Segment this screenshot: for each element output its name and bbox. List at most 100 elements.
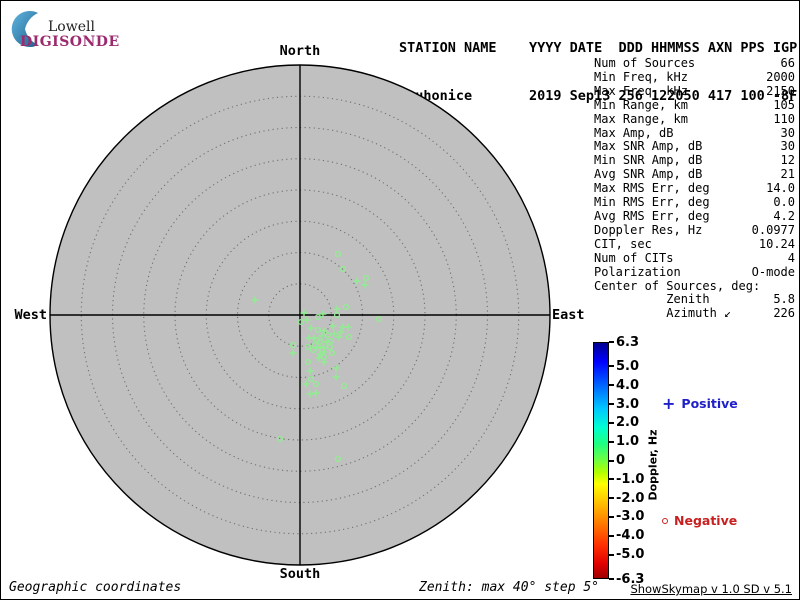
coordinates-caption: Geographic coordinates	[9, 580, 181, 595]
stat-row: Doppler Res, Hz 0.0977	[594, 224, 795, 238]
colorbar-tick-mark	[609, 478, 614, 480]
stat-value: 66	[781, 57, 795, 71]
stat-label: Min SNR Amp, dB	[594, 154, 702, 168]
colorbar-tick-mark	[609, 516, 614, 518]
skymap-plot	[48, 63, 552, 567]
colorbar-tick-label: 2.0	[616, 416, 639, 429]
compass-label-south: South	[250, 566, 350, 582]
stat-row: Min Freq, kHz 2000	[594, 71, 795, 85]
stat-value: 2150	[766, 85, 795, 99]
stat-row: Min RMS Err, deg 0.0	[594, 196, 795, 210]
stat-row: Max Freq, kHz 2150	[594, 85, 795, 99]
stat-label: Min Range, km	[594, 99, 688, 113]
stat-label: CIT, sec	[594, 238, 652, 252]
colorbar-tick-label: 3.0	[616, 398, 639, 411]
stat-row: Max Amp, dB 30	[594, 127, 795, 141]
stat-label: Min RMS Err, deg	[594, 196, 710, 210]
colorbar-tick-label: 5.0	[616, 360, 639, 373]
stat-value: 110	[773, 113, 795, 127]
zenith-scale-caption: Zenith: max 40° step 5°	[419, 580, 599, 595]
colorbar-tick-label: -4.0	[616, 529, 644, 542]
colorbar-tick-mark	[609, 578, 614, 580]
stat-value: 105	[773, 99, 795, 113]
stat-label: Center of Sources, deg:	[594, 280, 760, 294]
stat-row: Center of Sources, deg:	[594, 280, 795, 294]
stat-label: Zenith	[594, 293, 710, 307]
stat-label: Max SNR Amp, dB	[594, 140, 702, 154]
stat-value: O-mode	[752, 266, 795, 280]
legend-negative: Negative	[662, 513, 737, 528]
stat-label: Max Freq, kHz	[594, 85, 688, 99]
lowell-digisonde-logo: Lowell DIGISONDE	[11, 8, 131, 50]
stat-value: 4	[788, 252, 795, 266]
app-window: Lowell DIGISONDE STATION NAME YYYY DATE …	[0, 0, 800, 600]
stat-label: Num of CITs	[594, 252, 673, 266]
stat-value: 10.24	[759, 238, 795, 252]
stats-panel: Num of Sources66Min Freq, kHz2000Max Fre…	[594, 57, 795, 321]
stat-row: Polarization O-mode	[594, 266, 795, 280]
colorbar-tick-label: 6.3	[616, 336, 639, 349]
circle-marker-icon	[662, 518, 668, 524]
stat-row: Azimuth ↙ 226	[594, 307, 795, 321]
colorbar-tick-label: 1.0	[616, 435, 639, 448]
stat-row: Min SNR Amp, dB 12	[594, 154, 795, 168]
colorbar-tick-mark	[609, 422, 614, 424]
stat-label: Doppler Res, Hz	[594, 224, 702, 238]
compass-label-north: North	[250, 43, 350, 59]
colorbar-tick-mark	[609, 384, 614, 386]
stat-row: Num of CITs 4	[594, 252, 795, 266]
software-version-caption: ShowSkymap v 1.0 SD v 5.1	[630, 582, 792, 596]
colorbar-tick-mark	[609, 441, 614, 443]
stat-label: Avg SNR Amp, dB	[594, 168, 702, 182]
colorbar-tick-label: 4.0	[616, 379, 639, 392]
colorbar-tick-label: 0	[616, 454, 625, 467]
colorbar-tick-mark	[609, 554, 614, 556]
stat-value: 4.2	[773, 210, 795, 224]
stat-value: 0.0	[773, 196, 795, 210]
legend-negative-label: Negative	[674, 513, 737, 528]
stat-row: Avg SNR Amp, dB 21	[594, 168, 795, 182]
stat-label: Max Range, km	[594, 113, 688, 127]
compass-label-west: West	[5, 307, 47, 323]
stat-value: 2000	[766, 71, 795, 85]
logo-text-digisonde: DIGISONDE	[20, 34, 120, 50]
station-header-labels: STATION NAME YYYY DATE DDD HHMMSS AXN PP…	[399, 40, 797, 56]
colorbar-tick-mark	[609, 535, 614, 537]
stat-row: Num of Sources 66	[594, 57, 795, 71]
stat-value: 12	[781, 154, 795, 168]
colorbar-tick-mark	[609, 497, 614, 499]
colorbar-title: Doppler, Hz	[647, 429, 660, 500]
stat-value: 21	[781, 168, 795, 182]
stat-row: CIT, sec 10.24	[594, 238, 795, 252]
stat-row: Max SNR Amp, dB30	[594, 140, 795, 154]
stat-value: 226	[773, 307, 795, 321]
stat-label: Num of Sources	[594, 57, 695, 71]
stat-row: Zenith 5.8	[594, 293, 795, 307]
stat-label: Azimuth ↙	[594, 307, 731, 321]
colorbar-tick-mark	[609, 365, 614, 367]
legend-positive-label: Positive	[681, 396, 737, 411]
colorbar-tick-label: -2.0	[616, 492, 644, 505]
stat-row: Min Range, km 105	[594, 99, 795, 113]
colorbar-tick-mark	[609, 341, 614, 343]
stat-label: Max Amp, dB	[594, 127, 673, 141]
colorbar-tick-label: -1.0	[616, 473, 644, 486]
stat-label: Min Freq, kHz	[594, 71, 688, 85]
stat-row: Max Range, km 110	[594, 113, 795, 127]
stat-label: Max RMS Err, deg	[594, 182, 710, 196]
colorbar-tick-label: -3.0	[616, 510, 644, 523]
colorbar-tick-mark	[609, 460, 614, 462]
plus-marker-icon: +	[662, 398, 675, 410]
doppler-colorbar	[593, 342, 609, 579]
stat-value: 0.0977	[752, 224, 795, 238]
stat-label: Avg RMS Err, deg	[594, 210, 710, 224]
stat-row: Max RMS Err, deg 14.0	[594, 182, 795, 196]
stat-value: 5.8	[773, 293, 795, 307]
stat-value: 30	[781, 127, 795, 141]
stat-value: 14.0	[766, 182, 795, 196]
legend-positive: + Positive	[662, 396, 738, 411]
stat-row: Avg RMS Err, deg 4.2	[594, 210, 795, 224]
logo-text-lowell: Lowell	[48, 19, 95, 35]
stat-label: Polarization	[594, 266, 681, 280]
colorbar-tick-mark	[609, 403, 614, 405]
